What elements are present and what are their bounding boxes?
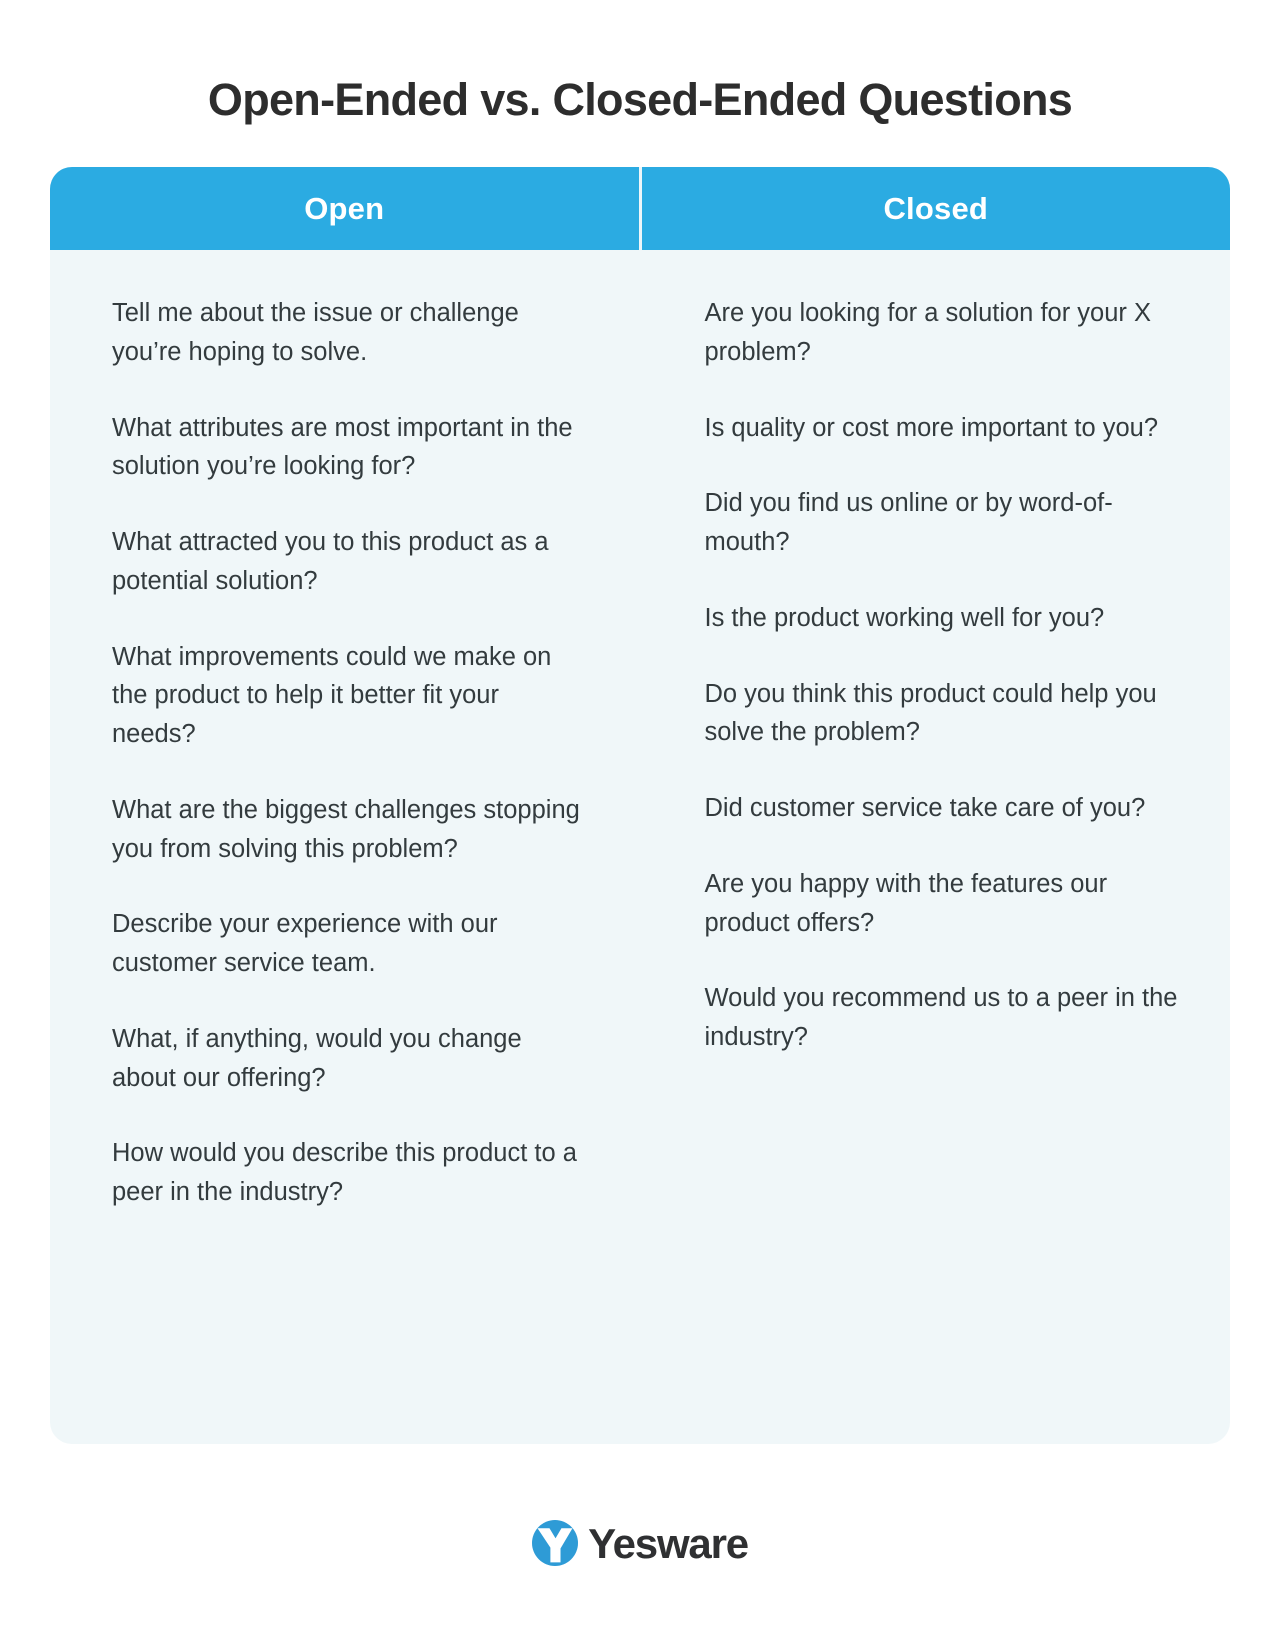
list-item: What attributes are most important in th… (112, 413, 573, 481)
list-item: Is quality or cost more important to you… (704, 413, 1159, 442)
table-body: Tell me about the issue or challenge you… (50, 250, 1230, 1444)
list-item: Describe your experience with our custom… (112, 910, 498, 977)
list-item: What improvements could we make on the p… (112, 642, 552, 749)
list-item: How would you describe this product to a… (112, 1139, 577, 1206)
infographic-page: Open-Ended vs. Closed-Ended Questions Op… (0, 0, 1280, 1630)
footer-brand: Yesware (0, 1520, 1280, 1566)
table-header-row: Open Closed (50, 167, 1230, 250)
list-item: Do you think this product could help you… (704, 679, 1157, 747)
yesware-logo-icon (532, 1520, 579, 1566)
list-item: Did customer service take care of you? (704, 794, 1146, 822)
list-item: Are you happy with the features our prod… (704, 869, 1108, 937)
column-open-questions: Tell me about the issue or challenge you… (50, 250, 652, 1444)
column-header-closed: Closed (883, 190, 989, 226)
list-item: Tell me about the issue or challenge you… (112, 299, 519, 366)
brand-wordmark: Yesware (588, 1520, 749, 1567)
list-item: Are you looking for a solution for your … (704, 299, 1152, 366)
column-header-open: Open (304, 190, 385, 226)
list-item: Would you recommend us to a peer in the … (704, 984, 1178, 1051)
list-item: What, if anything, would you change abou… (112, 1024, 522, 1092)
column-closed-questions: Are you looking for a solution for your … (655, 250, 1231, 1444)
page-title: Open-Ended vs. Closed-Ended Questions (207, 74, 1073, 126)
list-item: What attracted you to this product as a … (112, 528, 549, 595)
list-item: Did you find us online or by word-of-mou… (704, 489, 1113, 556)
list-item: What are the biggest challenges stopping… (112, 795, 580, 863)
comparison-table: Open Closed Tell me about the issue or c… (50, 167, 1230, 1444)
list-item: Is the product working well for you? (704, 603, 1105, 632)
